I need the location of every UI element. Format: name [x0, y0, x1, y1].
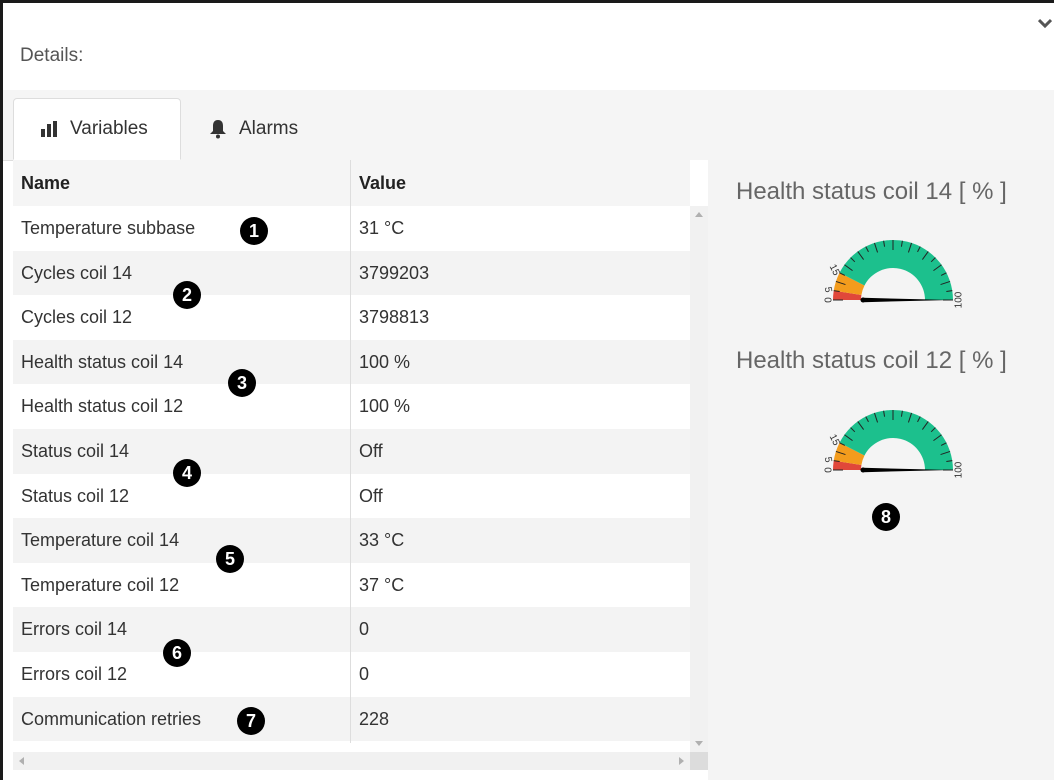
- gauge-label: 5: [822, 456, 834, 464]
- row-name: Status coil 14: [21, 440, 130, 461]
- table-header: Name Value: [13, 160, 690, 207]
- bar-chart-icon: [41, 121, 57, 137]
- row-value: 37 °C: [359, 574, 405, 595]
- table-row[interactable]: Temperature coil 12 37 °C: [13, 562, 690, 608]
- gauge-label: 5: [822, 286, 834, 294]
- row-value: 100 %: [359, 351, 411, 372]
- annotation-marker-2: 2: [173, 281, 201, 309]
- row-name: Communication retries: [21, 708, 202, 729]
- row-name: Temperature coil 12: [21, 574, 180, 595]
- table-row[interactable]: Cycles coil 14 3799203: [13, 250, 690, 296]
- row-name: Health status coil 14: [21, 351, 184, 372]
- annotation-marker-5: 5: [216, 545, 244, 573]
- gauge-coil-14: 0515100: [821, 240, 965, 308]
- column-header-name[interactable]: Name: [21, 160, 70, 206]
- row-name: Temperature subbase: [21, 218, 196, 238]
- gauge-needle-hub: [860, 297, 866, 303]
- table-row[interactable]: Status coil 14 Off: [13, 428, 690, 474]
- panel-title: Details:: [20, 45, 84, 66]
- row-name: Cycles coil 14: [21, 262, 133, 283]
- row-name: Cycles coil 12: [21, 307, 133, 328]
- gauge-label: 0: [821, 467, 832, 473]
- row-value: 3799203: [359, 262, 430, 283]
- row-name: Errors coil 14: [21, 619, 128, 640]
- row-value: 0: [359, 663, 370, 684]
- row-value: Off: [359, 440, 383, 461]
- table-row[interactable]: Health status coil 14 100 %: [13, 339, 690, 385]
- tab-alarms[interactable]: Alarms: [199, 98, 339, 160]
- scroll-down-icon[interactable]: [695, 741, 703, 746]
- column-divider: [350, 160, 351, 743]
- row-name: Status coil 12: [21, 485, 130, 506]
- row-value: 0: [359, 619, 370, 640]
- annotation-marker-7: 7: [237, 707, 265, 735]
- table-row[interactable]: Temperature subbase 31 °C: [13, 206, 690, 251]
- gauges-panel: Health status coil 14 [ % ] 0 5 15 100 Heal…: [708, 160, 1054, 780]
- annotation-marker-8: 8: [872, 503, 900, 531]
- gauge-title-coil-12: Health status coil 12 [ % ]: [736, 347, 1007, 374]
- variables-table: Name Value Temperature subbase 31 °C Cycle…: [13, 160, 708, 780]
- tab-variables-label: Variables: [70, 118, 148, 139]
- tab-bar: Variables Alarms: [3, 90, 1054, 161]
- table-row[interactable]: Status coil 12 Off: [13, 473, 690, 519]
- chevron-down-icon[interactable]: [1038, 17, 1052, 31]
- scrollbar-corner: [690, 752, 708, 770]
- bell-icon: [210, 120, 226, 139]
- panel-header: Details:: [3, 3, 1054, 91]
- row-value: 100 %: [359, 396, 411, 417]
- horizontal-scrollbar[interactable]: [13, 752, 690, 770]
- table-row[interactable]: Cycles coil 12 3798813: [13, 295, 690, 340]
- row-name: Temperature coil 14: [21, 530, 180, 551]
- gauge-label: 100: [954, 461, 965, 478]
- annotation-marker-6: 6: [163, 639, 191, 667]
- annotation-marker-1: 1: [240, 217, 268, 245]
- row-name: Errors coil 12: [21, 663, 128, 684]
- column-header-value[interactable]: Value: [359, 160, 406, 206]
- gauge-needle-hub: [860, 467, 866, 473]
- scroll-right-icon[interactable]: [679, 757, 684, 765]
- gauge-label: 100: [954, 291, 965, 308]
- table-row[interactable]: Errors coil 12 0: [13, 651, 690, 697]
- row-name: Health status coil 12: [21, 396, 184, 417]
- table-row[interactable]: Health status coil 12 100 %: [13, 384, 690, 429]
- row-value: Off: [359, 485, 383, 506]
- tab-alarms-label: Alarms: [239, 118, 299, 139]
- gauge-label: 0: [821, 297, 832, 303]
- table-row[interactable]: Errors coil 14 0: [13, 607, 690, 652]
- scroll-left-icon[interactable]: [19, 757, 24, 765]
- row-value: 228: [359, 708, 390, 729]
- gauge-coil-12: 0515100: [821, 410, 965, 478]
- table-body: Temperature subbase 31 °C Cycles coil 14 37…: [13, 206, 690, 742]
- row-value: 33 °C: [359, 530, 405, 551]
- row-value: 31 °C: [359, 218, 405, 238]
- table-row[interactable]: Communication retries 228: [13, 696, 690, 742]
- annotation-marker-3: 3: [228, 369, 256, 397]
- vertical-scrollbar[interactable]: [690, 206, 708, 752]
- table-row[interactable]: Temperature coil 14 33 °C: [13, 518, 690, 563]
- row-value: 3798813: [359, 307, 430, 328]
- scroll-up-icon[interactable]: [695, 212, 703, 217]
- tab-variables[interactable]: Variables: [13, 98, 181, 160]
- annotation-marker-4: 4: [173, 459, 201, 487]
- gauge-title-coil-14: Health status coil 14 [ % ]: [736, 178, 1007, 205]
